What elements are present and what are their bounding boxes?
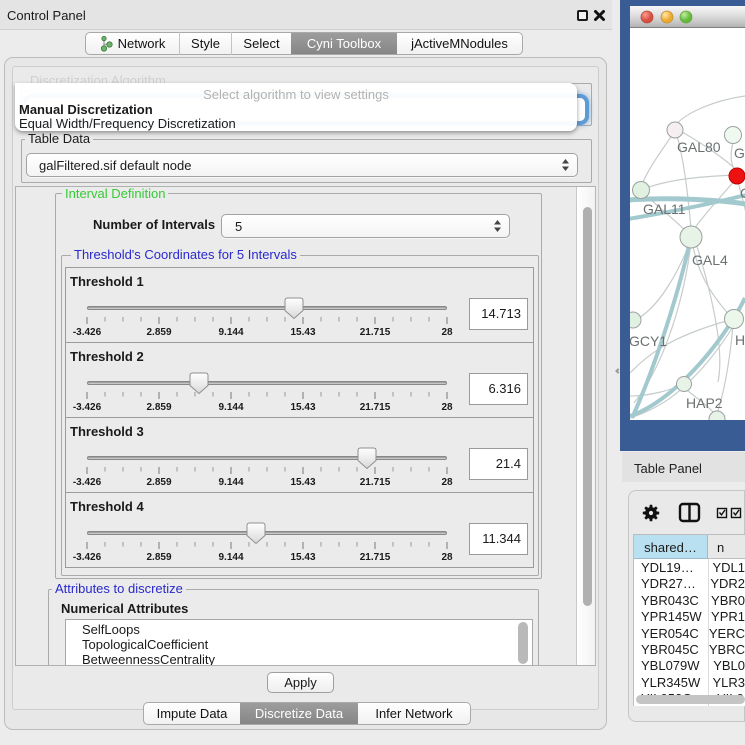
- svg-text:GAL80: GAL80: [677, 139, 721, 155]
- svg-text:GCY1: GCY1: [630, 333, 667, 349]
- svg-text:H: H: [735, 332, 745, 348]
- svg-text:GAL4: GAL4: [692, 252, 728, 268]
- svg-text:GAL11: GAL11: [643, 201, 686, 217]
- svg-text:C: C: [740, 185, 745, 201]
- svg-text:GA: GA: [734, 145, 745, 161]
- svg-text:HAP2: HAP2: [686, 395, 723, 411]
